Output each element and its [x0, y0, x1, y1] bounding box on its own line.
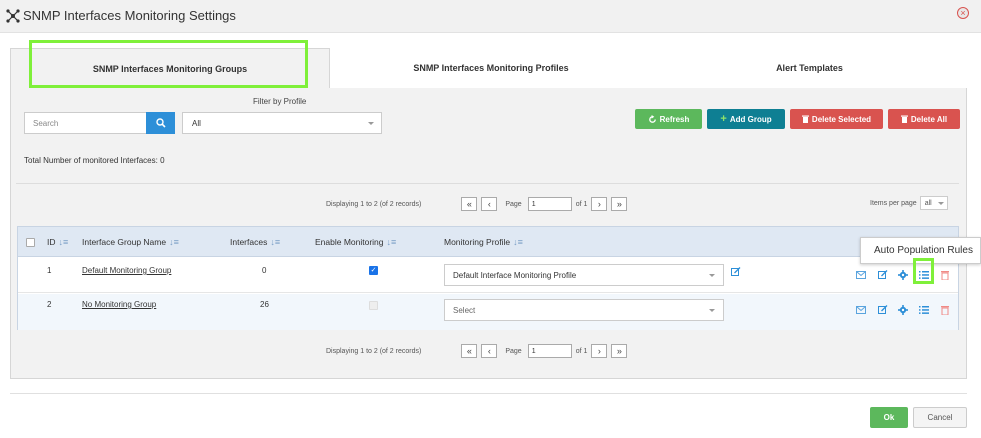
column-header-name[interactable]: Interface Group Name ↓≡ — [82, 237, 179, 247]
auto-population-rules-tooltip: Auto Population Rules — [860, 237, 981, 264]
window-title: SNMP Interfaces Monitoring Settings — [23, 8, 236, 23]
items-per-page: Items per page all — [870, 196, 948, 210]
network-icon — [6, 9, 20, 23]
group-name-link[interactable]: No Monitoring Group — [82, 300, 156, 309]
list-icon[interactable] — [919, 305, 929, 315]
divider — [16, 183, 959, 184]
monitoring-profile-select[interactable]: Select — [444, 299, 724, 321]
row-id: 2 — [47, 300, 52, 309]
table-row: 1 Default Monitoring Group 0 ✓ Default I… — [18, 257, 958, 293]
tab-alert-templates[interactable]: Alert Templates — [652, 48, 967, 88]
column-header-enable[interactable]: Enable Monitoring ↓≡ — [315, 237, 396, 247]
first-page-button[interactable]: « — [461, 197, 478, 211]
ok-button[interactable]: Ok — [870, 407, 908, 428]
search-button[interactable] — [146, 112, 175, 134]
items-per-page-label: Items per page — [870, 199, 917, 207]
items-per-page-select[interactable]: all — [919, 196, 948, 210]
profile-filter-value: All — [192, 118, 201, 128]
delete-all-label: Delete All — [910, 114, 948, 124]
records-display: Displaying 1 to 2 (of 2 records) — [326, 200, 422, 208]
pagination-bottom: Displaying 1 to 2 (of 2 records) « ‹ Pag… — [326, 344, 631, 358]
last-page-button[interactable]: » — [611, 197, 628, 211]
interfaces-count: 0 — [262, 266, 267, 275]
gear-icon[interactable] — [898, 305, 908, 315]
page-of-label: of 1 — [575, 200, 588, 208]
column-header-interfaces[interactable]: Interfaces ↓≡ — [230, 237, 280, 247]
enable-monitoring-checkbox — [369, 301, 378, 310]
group-name-link[interactable]: Default Monitoring Group — [82, 266, 171, 275]
edit-icon[interactable] — [878, 305, 888, 315]
sort-icon: ↓≡ — [386, 237, 397, 247]
sort-icon: ↓≡ — [169, 237, 179, 247]
divider — [10, 393, 967, 394]
mail-icon[interactable] — [856, 305, 866, 315]
monitoring-profile-value: Select — [453, 305, 476, 315]
prev-page-button[interactable]: ‹ — [481, 344, 498, 358]
refresh-icon — [648, 114, 656, 123]
gear-icon[interactable] — [898, 270, 908, 280]
total-monitored-count: Total Number of monitored Interfaces: 0 — [24, 156, 165, 165]
row-id: 1 — [47, 266, 52, 275]
column-header-id[interactable]: ID ↓≡ — [47, 237, 68, 247]
items-per-page-value: all — [924, 199, 932, 207]
page-input[interactable] — [527, 344, 572, 358]
interfaces-count: 26 — [260, 300, 269, 309]
page-label: Page — [505, 200, 522, 208]
groups-table: ID ↓≡ Interface Group Name ↓≡ Interfaces ↓≡… — [17, 226, 959, 330]
add-group-button[interactable]: + Add Group — [707, 109, 785, 129]
delete-selected-button[interactable]: Delete Selected — [790, 109, 883, 129]
monitoring-profile-select[interactable]: Default Interface Monitoring Profile — [444, 264, 724, 286]
sort-icon: ↓≡ — [270, 237, 281, 247]
profile-filter-select[interactable]: All — [182, 112, 382, 134]
chevron-down-icon — [709, 309, 715, 312]
pagination-top: Displaying 1 to 2 (of 2 records) « ‹ Pag… — [326, 197, 631, 211]
refresh-label: Refresh — [659, 114, 690, 124]
next-page-button[interactable]: › — [591, 344, 608, 358]
search-input[interactable] — [24, 112, 146, 134]
delete-all-button[interactable]: Delete All — [888, 109, 960, 129]
refresh-button[interactable]: Refresh — [635, 109, 702, 129]
last-page-button[interactable]: » — [611, 344, 628, 358]
trash-icon[interactable] — [940, 305, 950, 315]
page-label: Page — [505, 347, 522, 355]
delete-selected-label: Delete Selected — [811, 114, 872, 124]
column-header-profile[interactable]: Monitoring Profile ↓≡ — [444, 237, 523, 247]
filter-label: Filter by Profile — [253, 97, 307, 106]
page-input[interactable] — [527, 197, 572, 211]
enable-monitoring-checkbox[interactable]: ✓ — [369, 266, 378, 275]
window-titlebar: SNMP Interfaces Monitoring Settings × — [0, 0, 981, 33]
sort-icon: ↓≡ — [58, 237, 69, 247]
chevron-down-icon — [709, 274, 715, 277]
edit-icon[interactable] — [878, 270, 888, 280]
plus-icon: + — [720, 113, 727, 125]
trash-icon — [801, 115, 809, 123]
search-icon — [155, 118, 166, 128]
trash-icon — [900, 115, 908, 123]
chevron-down-icon — [368, 122, 374, 125]
table-header: ID ↓≡ Interface Group Name ↓≡ Interfaces ↓≡… — [18, 227, 958, 257]
sort-icon: ↓≡ — [513, 237, 523, 247]
trash-icon[interactable] — [940, 270, 950, 280]
mail-icon[interactable] — [856, 270, 866, 280]
list-icon[interactable] — [919, 270, 929, 280]
first-page-button[interactable]: « — [461, 344, 478, 358]
add-group-label: Add Group — [729, 114, 772, 124]
next-page-button[interactable]: › — [591, 197, 608, 211]
prev-page-button[interactable]: ‹ — [481, 197, 498, 211]
chevron-down-icon — [937, 202, 944, 205]
tab-monitoring-profiles[interactable]: SNMP Interfaces Monitoring Profiles — [330, 48, 652, 88]
cancel-button[interactable]: Cancel — [913, 407, 967, 428]
tab-monitoring-groups[interactable]: SNMP Interfaces Monitoring Groups — [10, 48, 330, 88]
records-display: Displaying 1 to 2 (of 2 records) — [326, 347, 422, 355]
page-of-label: of 1 — [575, 347, 588, 355]
edit-icon[interactable] — [731, 267, 741, 277]
close-icon[interactable]: × — [957, 7, 969, 19]
monitoring-profile-value: Default Interface Monitoring Profile — [453, 270, 577, 280]
table-row: 2 No Monitoring Group 26 Select — [18, 294, 958, 330]
select-all-checkbox[interactable] — [26, 238, 35, 247]
